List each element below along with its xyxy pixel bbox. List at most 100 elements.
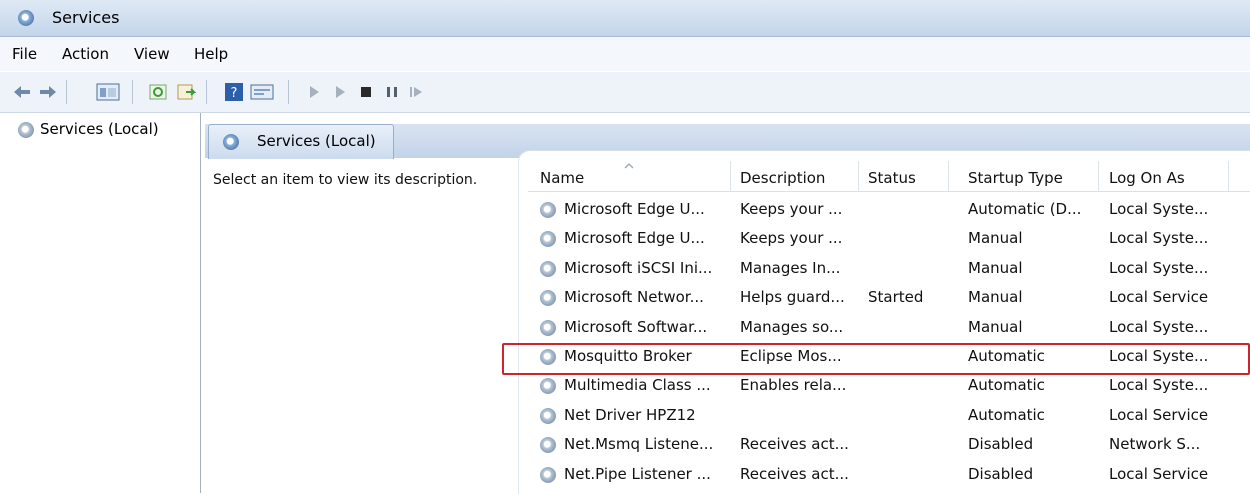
cell-log-on-as: Local Syste...	[1109, 258, 1209, 277]
column-divider[interactable]	[730, 161, 731, 191]
cell-startup-type: Automatic	[968, 405, 1045, 424]
service-icon	[540, 202, 556, 218]
cell-name: Microsoft Softwar...	[564, 317, 708, 336]
cell-startup-type: Manual	[968, 288, 1023, 307]
start-service-alt-icon[interactable]	[330, 82, 350, 102]
cell-log-on-as: Network S...	[1109, 435, 1201, 454]
cell-name: Net Driver HPZ12	[564, 405, 696, 424]
service-row[interactable]: Net.Msmq Listene... Receives act... Disabl…	[528, 431, 1250, 460]
cell-startup-type: Automatic	[968, 376, 1045, 395]
help-icon[interactable]: ?	[224, 82, 244, 102]
service-icon	[540, 466, 556, 483]
toolbar: ?	[0, 72, 1250, 113]
cell-log-on-as: Local Syste...	[1109, 317, 1209, 336]
service-row[interactable]: Microsoft Edge U... Keeps your ... Manual L…	[528, 225, 1250, 254]
properties-icon[interactable]	[250, 82, 274, 102]
cell-name: Microsoft Edge U...	[564, 229, 705, 248]
cell-description: Enables rela...	[740, 376, 847, 395]
cell-status: Started	[868, 288, 924, 307]
cell-log-on-as: Local Syste...	[1109, 376, 1209, 395]
column-description[interactable]: Description	[740, 169, 825, 187]
refresh-icon[interactable]	[148, 82, 168, 102]
cell-name: Microsoft iSCSI Ini...	[564, 258, 713, 277]
toolbar-separator	[66, 80, 67, 104]
cell-description: Manages In...	[740, 258, 841, 277]
service-icon	[540, 319, 556, 336]
svg-text:?: ?	[231, 86, 238, 101]
menu-action[interactable]: Action	[62, 45, 109, 63]
cell-startup-type: Manual	[968, 229, 1023, 248]
service-icon	[540, 378, 556, 395]
services-icon	[223, 134, 239, 150]
service-icon	[540, 290, 556, 307]
service-icon	[540, 437, 556, 454]
forward-arrow-icon[interactable]	[38, 82, 58, 102]
tree-item-services-local[interactable]: Services (Local)	[18, 120, 159, 138]
tree-pane	[0, 113, 201, 493]
toolbar-separator	[132, 80, 133, 104]
column-divider[interactable]	[858, 161, 859, 191]
menu-file[interactable]: File	[12, 45, 37, 63]
cell-startup-type: Manual	[968, 317, 1023, 336]
column-status[interactable]: Status	[868, 169, 916, 187]
stop-service-icon[interactable]	[356, 82, 376, 102]
service-row[interactable]: Net.Pipe Listener ... Receives act... Disa…	[528, 461, 1250, 490]
service-row[interactable]: Microsoft Edge U... Keeps your ... Automat…	[528, 196, 1250, 225]
column-name[interactable]: Name	[540, 169, 584, 187]
menu-view[interactable]: View	[134, 45, 170, 63]
cell-log-on-as: Local Service	[1109, 288, 1209, 307]
cell-description: Helps guard...	[740, 288, 845, 307]
cell-log-on-as: Local Syste...	[1109, 200, 1209, 218]
service-icon	[540, 260, 556, 277]
cell-description: Manages so...	[740, 317, 844, 336]
cell-log-on-as: Local Service	[1109, 464, 1209, 483]
restart-service-icon[interactable]	[406, 82, 426, 102]
cell-log-on-as: Local Syste...	[1109, 229, 1209, 248]
sort-ascending-icon	[624, 163, 634, 169]
service-row[interactable]: Microsoft iSCSI Ini... Manages In... Manua…	[528, 255, 1250, 284]
service-icon	[540, 231, 556, 248]
cell-name: Net.Pipe Listener ...	[564, 464, 711, 483]
column-divider[interactable]	[1098, 161, 1099, 191]
services-app-icon	[18, 10, 34, 26]
cell-name: Multimedia Class ...	[564, 376, 711, 395]
service-row[interactable]: Multimedia Class ... Enables rela... Autom…	[528, 372, 1250, 401]
cell-description: Receives act...	[740, 435, 849, 454]
title-bar: Services	[0, 0, 1250, 37]
cell-startup-type: Manual	[968, 258, 1023, 277]
pause-service-icon[interactable]	[382, 82, 402, 102]
service-row[interactable]: Microsoft Networ... Helps guard... Started…	[528, 284, 1250, 313]
toolbar-separator	[288, 80, 289, 104]
cell-name: Microsoft Networ...	[564, 288, 704, 307]
description-hint: Select an item to view its description.	[213, 172, 478, 188]
tree-item-label: Services (Local)	[40, 120, 159, 138]
cell-description: Keeps your ...	[740, 200, 843, 218]
back-arrow-icon[interactable]	[12, 82, 32, 102]
service-row[interactable]: Microsoft Softwar... Manages so... Manual L…	[528, 314, 1250, 343]
start-service-icon[interactable]	[304, 82, 324, 102]
column-divider[interactable]	[1228, 161, 1229, 191]
window-title: Services	[52, 8, 120, 27]
show-hide-tree-icon[interactable]	[96, 82, 120, 102]
column-header: Name Description Status Startup Type Log…	[528, 161, 1250, 192]
cell-name: Net.Msmq Listene...	[564, 435, 714, 454]
cell-startup-type: Automatic (D...	[968, 200, 1082, 218]
cell-log-on-as: Local Service	[1109, 405, 1209, 424]
column-log-on-as[interactable]: Log On As	[1109, 169, 1185, 187]
menu-help[interactable]: Help	[194, 45, 228, 63]
cell-description: Keeps your ...	[740, 229, 843, 248]
cell-name: Microsoft Edge U...	[564, 200, 705, 218]
cell-startup-type: Disabled	[968, 464, 1034, 483]
tab-services-local[interactable]: Services (Local)	[208, 124, 394, 159]
service-icon	[540, 407, 556, 424]
cell-description: Receives act...	[740, 464, 849, 483]
export-list-icon[interactable]	[176, 82, 196, 102]
column-startup-type[interactable]: Startup Type	[968, 169, 1063, 187]
services-icon	[18, 121, 34, 138]
column-divider[interactable]	[948, 161, 949, 191]
cell-startup-type: Disabled	[968, 435, 1034, 454]
service-row[interactable]: Net Driver HPZ12 Automatic Local Service	[528, 402, 1250, 431]
row-highlight-box	[502, 343, 1250, 375]
menu-bar: File Action View Help	[0, 37, 1250, 71]
toolbar-separator	[206, 80, 207, 104]
